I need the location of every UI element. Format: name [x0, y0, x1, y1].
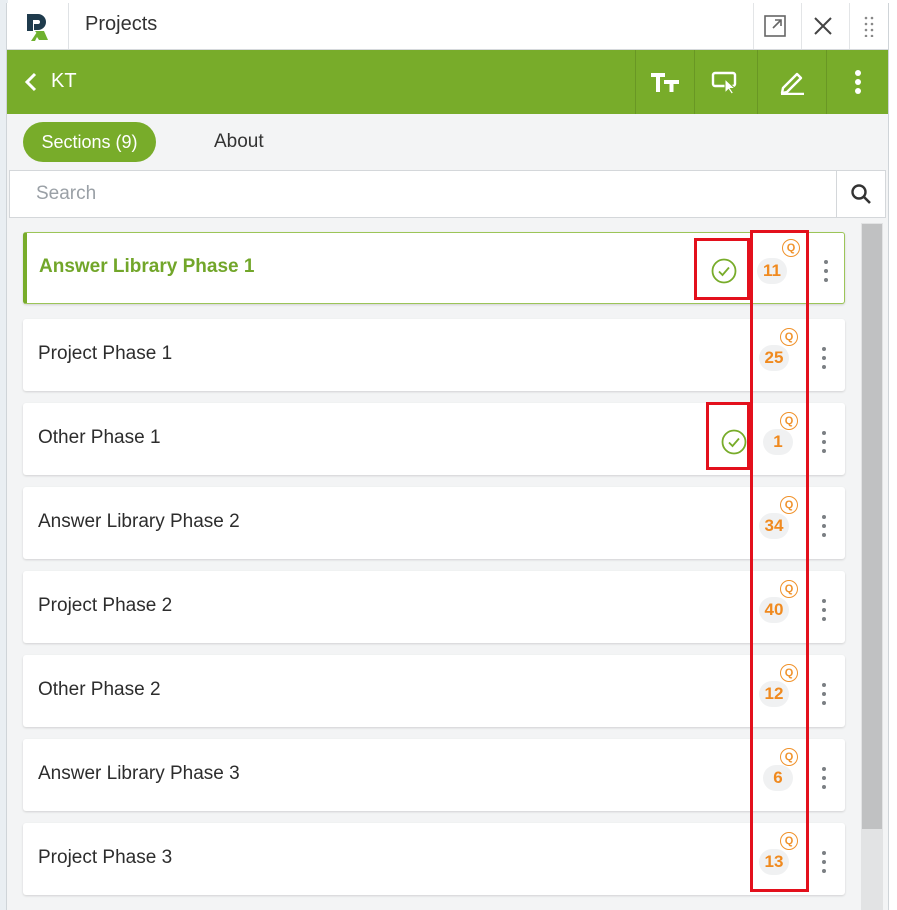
title-bar: Projects	[7, 3, 888, 50]
section-title: Project Phase 1	[38, 343, 173, 364]
pointer-select-icon	[711, 71, 737, 95]
question-badge-icon: Q	[780, 412, 798, 430]
section-title: Answer Library Phase 2	[38, 511, 240, 532]
section-menu-button[interactable]	[819, 599, 829, 623]
scrollbar-thumb[interactable]	[862, 224, 882, 829]
check-circle-icon	[711, 258, 737, 284]
section-title: Project Phase 3	[38, 847, 173, 868]
question-count: 13	[759, 849, 789, 875]
section-title: Project Phase 2	[38, 595, 173, 616]
question-badge-icon: Q	[780, 664, 798, 682]
drag-handle-icon	[864, 16, 874, 37]
question-count: 12	[759, 681, 789, 707]
tab-sections[interactable]: Sections (9)	[23, 122, 156, 162]
section-title: Other Phase 1	[38, 427, 161, 448]
projects-panel: Projects KT Sections (9) About Search An…	[6, 3, 889, 910]
text-size-icon	[651, 73, 679, 92]
question-badge-icon: Q	[780, 748, 798, 766]
search-input[interactable]	[10, 171, 838, 217]
question-count: 1	[763, 429, 793, 455]
drag-handle[interactable]	[849, 3, 888, 49]
section-card[interactable]: Other Phase 2 Q 12	[23, 655, 845, 727]
section-menu-button[interactable]	[819, 683, 829, 707]
close-button[interactable]	[801, 3, 844, 49]
text-size-button[interactable]	[635, 50, 694, 114]
section-card[interactable]: Answer Library Phase 2 Q 34	[23, 487, 845, 559]
popout-icon	[764, 15, 786, 37]
project-name: KT	[51, 70, 77, 92]
edit-button[interactable]	[757, 50, 826, 114]
back-chevron-icon[interactable]	[21, 70, 43, 94]
question-count: 40	[759, 597, 789, 623]
section-menu-button[interactable]	[819, 347, 829, 371]
pencil-icon	[780, 72, 804, 95]
question-badge-icon: Q	[780, 328, 798, 346]
close-icon	[814, 17, 832, 35]
window-title: Projects	[85, 13, 158, 35]
more-options-button[interactable]	[826, 50, 888, 114]
section-title: Answer Library Phase 3	[38, 763, 240, 784]
section-menu-button[interactable]	[819, 851, 829, 875]
question-badge-icon: Q	[780, 832, 798, 850]
app-logo	[27, 14, 48, 41]
section-card[interactable]: Project Phase 1 Q 25	[23, 319, 845, 391]
search-button[interactable]	[836, 171, 885, 217]
check-circle-icon	[721, 429, 747, 455]
section-card[interactable]: Answer Library Phase 1 Q 11	[23, 232, 845, 304]
search-icon	[851, 184, 871, 204]
pointer-select-button[interactable]	[694, 50, 757, 114]
section-card[interactable]: Other Phase 1 Q 1	[23, 403, 845, 475]
question-count: 6	[763, 765, 793, 791]
question-count: 25	[759, 345, 789, 371]
section-menu-button[interactable]	[819, 767, 829, 791]
project-header: KT	[7, 50, 888, 114]
section-card[interactable]: Project Phase 2 Q 40	[23, 571, 845, 643]
tab-about[interactable]: About	[214, 131, 264, 153]
section-menu-button[interactable]	[821, 260, 831, 284]
question-badge-icon: Q	[780, 496, 798, 514]
section-menu-button[interactable]	[819, 515, 829, 539]
section-card[interactable]: Project Phase 3 Q 13	[23, 823, 845, 895]
more-vertical-icon	[855, 70, 861, 94]
title-separator	[68, 3, 69, 49]
question-count: 11	[757, 258, 787, 284]
section-menu-button[interactable]	[819, 431, 829, 455]
question-badge-icon: Q	[780, 580, 798, 598]
section-title: Other Phase 2	[38, 679, 161, 700]
section-title: Answer Library Phase 1	[39, 256, 255, 277]
question-count: 34	[759, 513, 789, 539]
section-card[interactable]: Answer Library Phase 3 Q 6	[23, 739, 845, 811]
popout-button[interactable]	[753, 3, 796, 49]
question-badge-icon: Q	[782, 239, 800, 257]
search-box	[9, 170, 886, 218]
